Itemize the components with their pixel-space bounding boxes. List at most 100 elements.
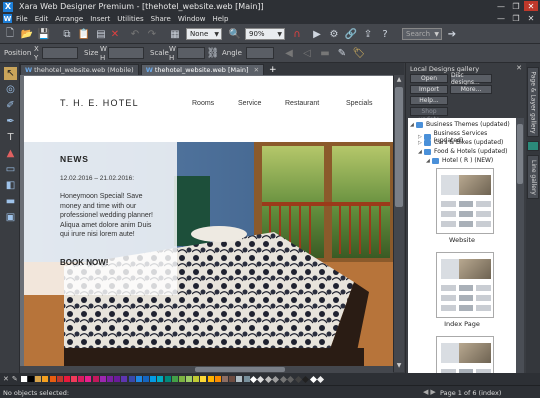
gallery-close-icon[interactable]: ✕ [516,64,522,72]
color-swatch[interactable] [128,376,135,382]
text-tool-icon[interactable]: T [4,131,17,144]
undo-icon[interactable]: ↶ [128,27,142,41]
first-page-icon[interactable]: ◀ [423,388,428,396]
doc-minimize-icon[interactable]: — [494,13,508,23]
nav-restaurant[interactable]: Restaurant [285,100,319,107]
tab-main[interactable]: W thehotel_website.web [Main] ✕ [140,64,265,75]
scroll-down-icon[interactable]: ▼ [395,362,403,371]
open-folder-icon[interactable]: 📂 [20,27,34,41]
nav-service[interactable]: Service [238,100,261,107]
nav-specials[interactable]: Specials [346,100,372,107]
link-icon[interactable]: 🔗 [344,27,358,41]
menu-arrange[interactable]: Arrange [55,15,83,23]
quality-icon[interactable]: ▦ [168,27,182,41]
zoom-select[interactable]: 90% ▼ [245,28,285,40]
clipboard-icon[interactable]: ▤ [94,27,108,41]
help-icon[interactable]: ? [378,27,392,41]
color-swatch[interactable] [27,376,34,382]
color-swatch[interactable] [207,376,214,382]
color-swatch[interactable] [42,376,49,382]
canvas-horizontal-scrollbar[interactable] [20,366,393,373]
design-thumbnail-page3[interactable] [436,336,494,373]
design-thumbnail-index[interactable] [436,252,494,318]
tab-mobile[interactable]: W thehotel_website.web (Mobile) [20,64,139,75]
color-swatch[interactable] [229,376,236,382]
tree-food-hotels[interactable]: ◢ Food & Hotels (updated) [418,148,507,155]
color-swatch[interactable] [150,376,157,382]
color-swatch[interactable] [272,375,280,383]
contour-tool-icon[interactable]: ◎ [4,83,17,96]
color-swatch[interactable] [257,375,265,383]
help-button[interactable]: Help... [410,96,448,105]
scale-field[interactable] [177,47,205,59]
preview-icon[interactable]: ▶ [310,27,324,41]
open-button[interactable]: Open [410,74,448,83]
web-page[interactable]: T. H. E. HOTEL Rooms Service Restaurant … [24,76,393,366]
color-swatch[interactable] [107,376,113,382]
site-brand[interactable]: T. H. E. HOTEL [60,98,139,108]
color-swatch[interactable] [99,376,106,382]
paste-icon[interactable]: 📋 [77,27,91,41]
photo-tool-icon[interactable]: ▣ [4,211,17,224]
color-swatch[interactable] [35,376,42,382]
color-swatch[interactable] [121,376,128,382]
x-position-field[interactable] [42,47,78,59]
tree-business-themes[interactable]: ◢ Business Themes (updated) [410,121,510,128]
next-page-icon[interactable]: ▶ [430,388,435,396]
color-swatch[interactable] [92,376,99,382]
line-gallery-tab[interactable]: Line gallery [527,155,539,199]
flip-vertical-icon[interactable]: ◁ [300,46,314,60]
more-button[interactable]: More... [450,85,492,94]
fill-tool-icon[interactable]: ▲ [4,147,17,160]
import-button[interactable]: Import [410,85,448,94]
new-document-icon[interactable]: 🗋 [3,27,17,41]
no-color-icon[interactable]: ✕ [3,375,9,383]
nav-rooms[interactable]: Rooms [192,100,214,107]
color-swatch[interactable] [193,376,200,382]
color-picker-icon[interactable]: ✎ [12,375,18,383]
transparency-tool-icon[interactable]: ◧ [4,179,17,192]
angle-field[interactable] [246,47,274,59]
doc-close-icon[interactable]: ✕ [524,13,538,23]
color-swatch[interactable] [164,376,171,382]
menu-help[interactable]: Help [212,15,228,23]
gallery-scrollbar[interactable] [516,118,524,373]
edit-tool-icon[interactable]: ✎ [335,46,349,60]
color-swatch[interactable] [142,376,149,382]
delete-icon[interactable]: ✕ [108,27,122,41]
redo-icon[interactable]: ↷ [145,27,159,41]
tag-icon[interactable]: 🏷 [352,46,366,60]
copy-icon[interactable]: ⧉ [60,27,74,41]
color-swatch[interactable] [78,376,85,382]
width-field[interactable] [108,47,144,59]
close-tab-icon[interactable]: ✕ [254,66,259,74]
tree-cars-bikes[interactable]: ▷ Cars & Bikes (updated) [418,139,503,146]
color-swatch[interactable] [56,376,63,382]
color-swatch[interactable] [302,375,310,383]
menu-share[interactable]: Share [151,15,171,23]
color-swatch[interactable] [214,376,221,382]
add-tab-icon[interactable]: + [269,65,277,75]
tree-hotel[interactable]: ◢ Hotel ( R ) (NEW) [426,157,493,164]
selector-tool-icon[interactable]: ↖ [4,67,17,80]
menu-file[interactable]: File [16,15,28,23]
document-menu-icon[interactable]: W [3,14,12,23]
gallery-list[interactable]: ◢ Business Themes (updated) ▷ Business Ser… [408,118,516,373]
color-swatch[interactable] [200,376,207,382]
color-swatch[interactable] [236,376,243,382]
color-swatch[interactable] [135,376,142,382]
menu-insert[interactable]: Insert [90,15,110,23]
maximize-icon[interactable]: ❐ [509,1,523,11]
color-swatch[interactable] [171,376,178,382]
lock-aspect-icon[interactable]: ⛓ [206,46,220,60]
color-swatch[interactable] [186,376,193,382]
pen-tool-icon[interactable]: ✒ [4,115,17,128]
color-swatch[interactable] [114,376,121,382]
arrange-icon[interactable]: ▬ [318,46,332,60]
menu-edit[interactable]: Edit [35,15,49,23]
minimize-icon[interactable]: — [494,1,508,11]
book-now-button[interactable]: BOOK NOW! [60,258,108,267]
shadow-tool-icon[interactable]: ▭ [4,163,17,176]
publish-icon[interactable]: ⇪ [361,27,375,41]
color-swatch[interactable] [287,375,295,383]
